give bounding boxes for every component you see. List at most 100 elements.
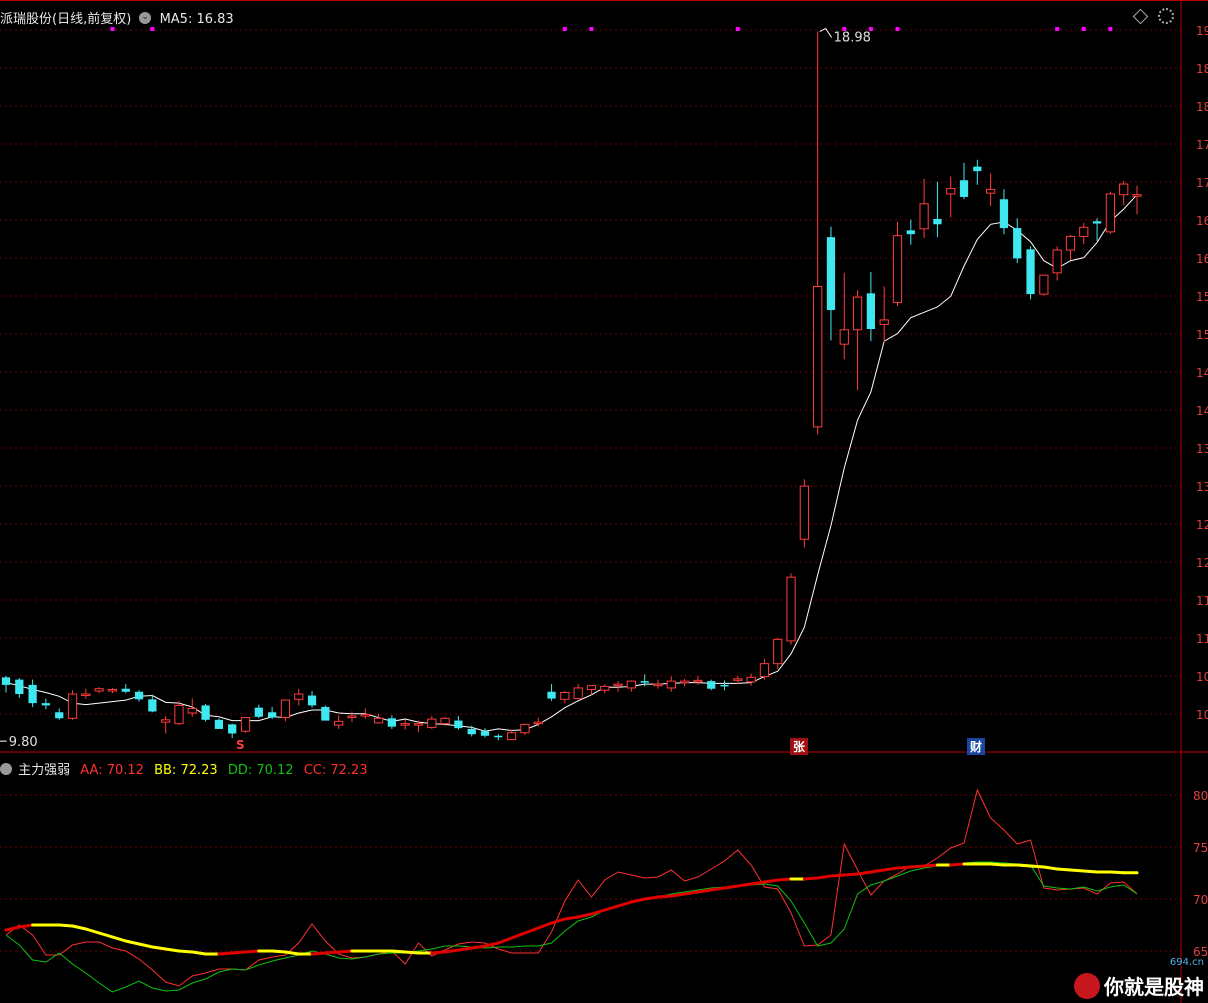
cc-bb-segment <box>57 923 75 928</box>
candle <box>1065 234 1076 260</box>
cc-bb-segment <box>390 949 407 954</box>
cc-bb-segment <box>510 931 527 940</box>
candle <box>373 713 384 724</box>
panel-frames <box>0 0 1208 1003</box>
cc-bb-segment <box>110 935 128 943</box>
high-price-label: 18.98 <box>834 31 871 46</box>
candle <box>959 162 969 200</box>
candle <box>653 679 663 689</box>
candle-body <box>707 681 716 689</box>
candle-body <box>573 687 583 700</box>
candle <box>679 678 690 687</box>
candle-body <box>933 218 942 225</box>
candle-body <box>201 705 210 720</box>
cc-bb-segment <box>164 947 181 953</box>
settings-gear-icon[interactable] <box>1158 8 1174 24</box>
candle <box>94 687 104 694</box>
aa-value: AA: 70.12 <box>80 763 144 778</box>
candle-body <box>67 693 78 719</box>
cc-bb-segment <box>337 949 354 954</box>
candle <box>707 679 716 691</box>
price-tick-label: 10 <box>1196 670 1208 684</box>
candle <box>1119 181 1129 206</box>
candle-body <box>866 293 876 330</box>
cc-bb-segment <box>1029 864 1046 869</box>
marker-cai-badge[interactable]: 财 <box>967 738 986 755</box>
price-tick-label: 18 <box>1196 62 1208 76</box>
cc-bb-segment <box>1055 867 1072 872</box>
candle-body <box>560 692 570 700</box>
price-tick-label: 12 <box>1196 556 1208 570</box>
ma5-line <box>5 194 1138 732</box>
price-tick-label: 12 <box>1196 518 1208 532</box>
price-tick-label: 19 <box>1196 24 1208 38</box>
candle <box>852 290 863 391</box>
candle-body <box>1065 235 1076 251</box>
candle <box>1132 185 1142 215</box>
candle-body <box>746 676 756 683</box>
indicator-tick-label: 70 <box>1193 893 1208 907</box>
candle-body <box>254 707 263 717</box>
cc-bb-segment <box>709 886 727 892</box>
cc-bb-segment <box>696 888 713 894</box>
cc-bb-segment <box>1042 865 1059 871</box>
watermark-text: 你就是股神 <box>1104 975 1204 999</box>
candle-body <box>852 296 863 331</box>
candle-body <box>28 684 37 704</box>
marker-s-badge[interactable]: S <box>233 738 248 752</box>
candlesticks <box>1 31 1142 741</box>
candle <box>506 729 517 741</box>
ma5-polyline <box>5 194 1138 732</box>
price-tick-label: 14 <box>1196 366 1208 380</box>
price-tick-label: 16 <box>1196 214 1208 228</box>
signal-dot <box>589 27 594 31</box>
candle-body <box>467 728 476 735</box>
cc-bb-segment <box>749 880 766 886</box>
candle-body <box>506 732 517 741</box>
candle <box>161 716 171 734</box>
candle-body <box>1 677 11 685</box>
candle <box>294 688 304 706</box>
cc-bb-segment <box>71 924 88 931</box>
candle <box>693 675 703 685</box>
candle-body <box>959 180 969 197</box>
cc-bb-segment <box>829 873 846 878</box>
marker-zhang-badge[interactable]: 张 <box>790 738 809 755</box>
candle-body <box>786 576 796 642</box>
candle <box>387 715 396 729</box>
candle <box>41 698 51 710</box>
candle-body <box>15 679 24 695</box>
candle <box>15 678 24 698</box>
cc-bb-segment <box>922 863 939 868</box>
candle-body <box>373 717 384 724</box>
candle <box>228 723 237 739</box>
watermark-site: 694.cn <box>1169 957 1204 968</box>
candle-body <box>413 723 424 726</box>
candle <box>1 675 11 693</box>
stock-title[interactable]: 派瑞股份(日线,前复权) <box>0 12 131 27</box>
candle-body <box>586 685 597 690</box>
cc-bb-segment <box>762 878 780 884</box>
cc-bb-segment <box>643 895 660 901</box>
candle <box>267 706 277 720</box>
candle-body <box>81 693 91 697</box>
cc-bb-segment <box>17 923 35 929</box>
candle <box>254 704 263 719</box>
signal-dot <box>150 27 155 31</box>
cc-bb-segment <box>1108 870 1126 875</box>
candle-body <box>148 699 157 712</box>
high-price-marker: 18.98 <box>819 27 871 46</box>
candle <box>214 718 224 729</box>
indicator-settings-icon[interactable] <box>0 763 12 775</box>
candle-body <box>480 731 490 736</box>
candle-body <box>879 319 889 325</box>
candle-body <box>347 715 357 719</box>
chart-canvas[interactable]: 19 18 18 17 17 16 16 15 15 14 14 13 13 12 12 11 11 10 10 8… <box>0 0 1208 1003</box>
settings-circle-icon[interactable]: ⌄ <box>139 12 152 24</box>
indicator-name[interactable]: 主力强弱 <box>18 763 70 778</box>
candle <box>81 688 91 699</box>
candle <box>826 226 836 341</box>
candle <box>55 708 64 720</box>
candle-body <box>161 719 171 723</box>
cc-bb-segment <box>869 868 886 874</box>
